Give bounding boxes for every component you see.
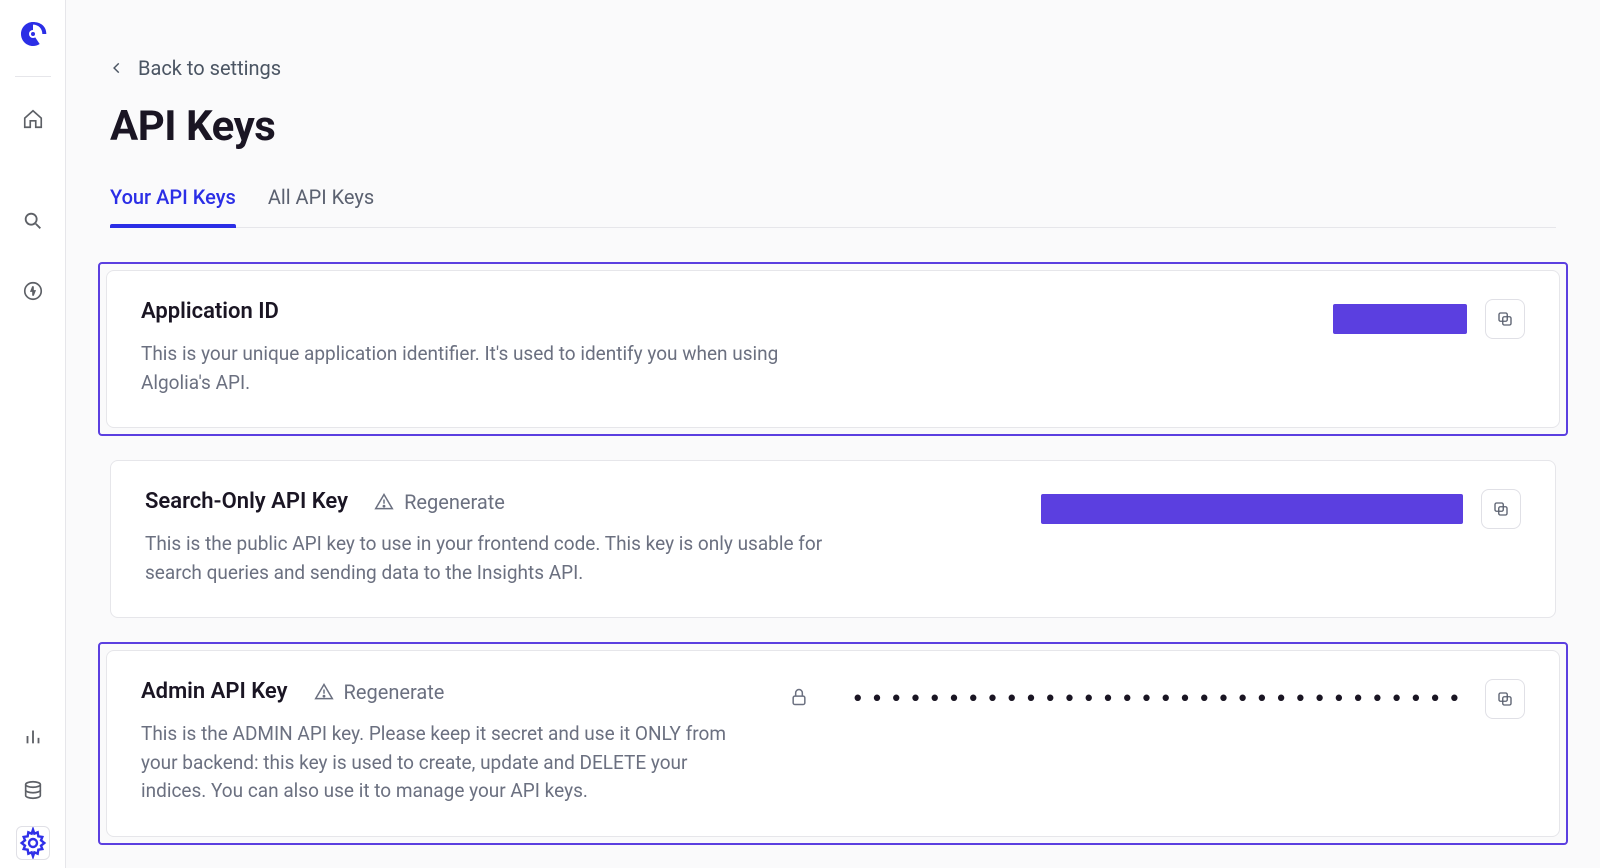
application-id-card-highlight: Application ID This is your unique appli… xyxy=(98,262,1568,436)
regenerate-admin-button[interactable]: Regenerate xyxy=(314,680,445,704)
sidebar xyxy=(0,0,66,868)
sidebar-recommend[interactable] xyxy=(17,275,49,307)
back-to-settings-link[interactable]: Back to settings xyxy=(110,56,1556,80)
admin-api-key-description: This is the ADMIN API key. Please keep i… xyxy=(141,720,749,806)
sidebar-settings[interactable] xyxy=(16,826,50,860)
regenerate-label: Regenerate xyxy=(344,680,445,704)
tab-all-api-keys[interactable]: All API Keys xyxy=(268,185,374,227)
copy-application-id-button[interactable] xyxy=(1485,299,1525,339)
search-only-card: Search-Only API Key Regenerate This is t… xyxy=(110,460,1556,618)
application-id-card: Application ID This is your unique appli… xyxy=(106,270,1560,428)
application-id-value-redacted xyxy=(1333,304,1467,334)
page-title: API Keys xyxy=(110,102,1556,151)
search-only-value-redacted xyxy=(1041,494,1463,524)
application-id-description: This is your unique application identifi… xyxy=(141,340,821,397)
copy-admin-key-button[interactable] xyxy=(1485,679,1525,719)
sidebar-search[interactable] xyxy=(17,205,49,237)
regenerate-search-only-button[interactable]: Regenerate xyxy=(374,490,505,514)
main-content: Back to settings API Keys Your API Keys … xyxy=(66,0,1600,868)
copy-icon xyxy=(1496,310,1514,328)
lock-icon xyxy=(789,686,809,712)
admin-api-key-card: Admin API Key Regenerate This is the ADM… xyxy=(106,650,1560,837)
search-only-title: Search-Only API Key xyxy=(145,489,348,514)
back-label: Back to settings xyxy=(138,56,281,80)
sidebar-home[interactable] xyxy=(17,103,49,135)
sidebar-data[interactable] xyxy=(17,774,49,806)
sidebar-divider xyxy=(15,76,51,77)
chevron-left-icon xyxy=(110,61,124,75)
tabs: Your API Keys All API Keys xyxy=(110,185,1556,228)
admin-api-key-title: Admin API Key xyxy=(141,679,288,704)
copy-icon xyxy=(1492,500,1510,518)
regenerate-label: Regenerate xyxy=(404,490,505,514)
tab-your-api-keys[interactable]: Your API Keys xyxy=(110,185,236,227)
warning-icon xyxy=(374,492,394,512)
warning-icon xyxy=(314,682,334,702)
admin-api-key-card-highlight: Admin API Key Regenerate This is the ADM… xyxy=(98,642,1568,845)
application-id-title: Application ID xyxy=(141,299,279,324)
search-only-card-wrap: Search-Only API Key Regenerate This is t… xyxy=(110,460,1556,618)
sidebar-analytics[interactable] xyxy=(17,720,49,752)
search-only-description: This is the public API key to use in you… xyxy=(145,530,825,587)
admin-api-key-masked: •••••••••••••••••••••••••••••••• xyxy=(851,687,1467,712)
copy-search-only-button[interactable] xyxy=(1481,489,1521,529)
algolia-logo xyxy=(17,18,49,54)
copy-icon xyxy=(1496,690,1514,708)
